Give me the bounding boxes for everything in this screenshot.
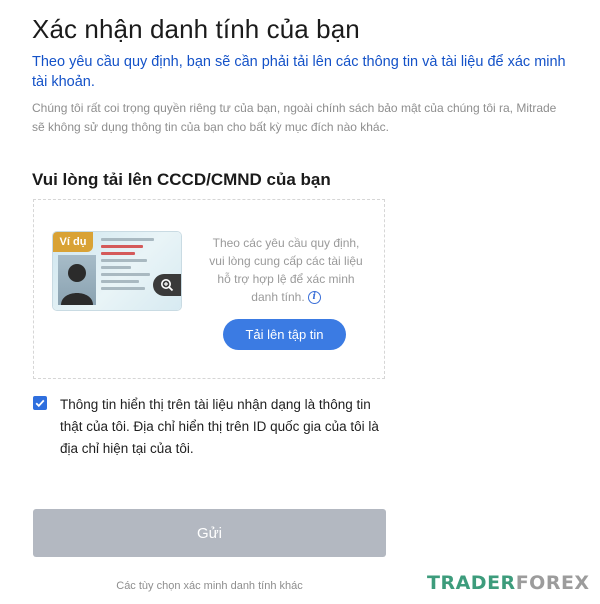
upload-hint-text: Theo các yêu cầu quy định, vui lòng cung… [209, 236, 363, 304]
checkmark-icon [35, 399, 45, 408]
info-icon[interactable]: i [307, 291, 321, 305]
upload-hint: Theo các yêu cầu quy định, vui lòng cung… [206, 234, 366, 306]
sample-id-card-image: Ví dụ [53, 232, 181, 310]
privacy-note: Chúng tôi rất coi trọng quyền riêng tư c… [32, 101, 557, 134]
submit-button[interactable]: Gửi [33, 509, 386, 557]
consent-text[interactable]: Thông tin hiển thị trên tài liệu nhận dạ… [60, 394, 390, 460]
zoom-icon [161, 279, 174, 292]
upload-dropzone[interactable]: Ví dụ Theo các yêu cầu quy định, vui lòn… [33, 199, 385, 379]
page-title: Xác nhận danh tính của bạn [32, 14, 360, 44]
upload-section-title: Vui lòng tải lên CCCD/CMND của bạn [32, 170, 331, 189]
person-silhouette-icon [61, 264, 93, 305]
page-subtitle: Theo yêu cầu quy định, bạn sẽ cần phải t… [32, 54, 566, 90]
traderforex-watermark: TRADERFOREX [427, 572, 590, 594]
id-photo-placeholder [58, 255, 96, 305]
watermark-part-1: TRADER [427, 572, 516, 594]
watermark-part-2: FOREX [515, 572, 590, 594]
upload-file-button[interactable]: Tải lên tập tin [223, 319, 346, 350]
sample-tag: Ví dụ [53, 232, 93, 252]
consent-checkbox[interactable] [33, 396, 47, 410]
zoom-button[interactable] [153, 274, 181, 296]
other-verification-options-link[interactable]: Các tùy chọn xác minh danh tính khác [33, 580, 386, 592]
